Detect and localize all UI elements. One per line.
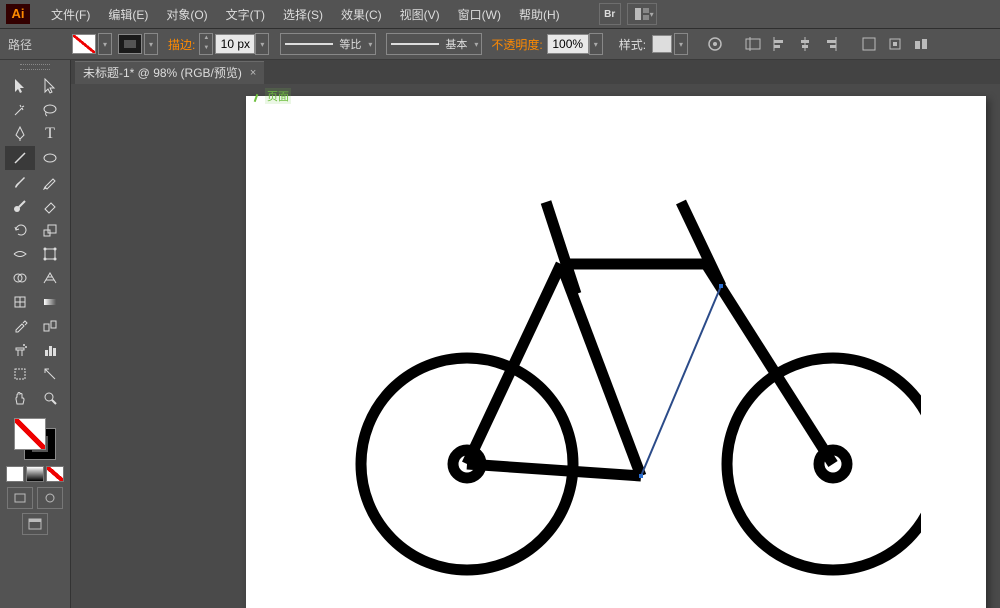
gradient-mode-button[interactable] [26, 466, 44, 482]
pen-tool[interactable] [5, 122, 35, 146]
scale-tool[interactable] [35, 218, 65, 242]
slice-tool[interactable] [35, 362, 65, 386]
recolor-artwork-button[interactable] [704, 33, 726, 55]
line-tool[interactable] [5, 146, 35, 170]
width-tool[interactable] [5, 242, 35, 266]
lasso-tool[interactable] [35, 98, 65, 122]
menu-file[interactable]: 文件(F) [42, 6, 99, 23]
gradient-tool[interactable] [35, 290, 65, 314]
opacity-dropdown[interactable]: ▾ [589, 33, 603, 55]
align-group [740, 33, 844, 55]
arrange-docs-button[interactable] [627, 3, 657, 25]
column-graph-tool[interactable] [35, 338, 65, 362]
artwork-bicycle[interactable] [271, 114, 921, 594]
zoom-tool[interactable] [35, 386, 65, 410]
menu-bar: Ai 文件(F) 编辑(E) 对象(O) 文字(T) 选择(S) 效果(C) 视… [0, 0, 1000, 29]
style-label: 样式: [619, 36, 646, 53]
menu-edit[interactable]: 编辑(E) [99, 6, 157, 23]
align-panel-button[interactable] [742, 33, 764, 55]
select-similar-button[interactable] [910, 33, 932, 55]
free-transform-tool[interactable] [35, 242, 65, 266]
stroke-dropdown[interactable]: ▾ [144, 33, 158, 55]
document-tab[interactable]: 未标题-1* @ 98% (RGB/预览) × [75, 61, 264, 84]
perspective-grid-tool[interactable] [35, 266, 65, 290]
screen-mode-button[interactable] [22, 513, 48, 535]
magic-wand-tool[interactable] [5, 98, 35, 122]
app-logo: Ai [6, 4, 30, 24]
paintbrush-tool[interactable] [5, 170, 35, 194]
panel-gripper[interactable] [20, 64, 50, 70]
fill-dropdown[interactable]: ▾ [98, 33, 112, 55]
stroke-weight-spinner[interactable]: ▲▼ [199, 33, 213, 55]
bridge-button[interactable]: Br [599, 3, 621, 25]
menu-object[interactable]: 对象(O) [157, 6, 216, 23]
hand-tool[interactable] [5, 386, 35, 410]
menu-effect[interactable]: 效果(C) [332, 6, 391, 23]
direct-selection-tool[interactable] [35, 74, 65, 98]
graphic-style-dropdown[interactable]: ▾ [674, 33, 688, 55]
opacity-input[interactable]: 100% [547, 34, 589, 54]
menu-select[interactable]: 选择(S) [274, 6, 332, 23]
stroke-weight-field[interactable]: ▲▼ 10 px ▾ [199, 33, 275, 55]
graphic-style-swatch[interactable] [652, 35, 672, 53]
mesh-tool[interactable] [5, 290, 35, 314]
eraser-tool[interactable] [35, 194, 65, 218]
stroke-weight-input[interactable]: 10 px [215, 34, 255, 54]
ellipse-tool[interactable] [35, 146, 65, 170]
none-mode-button[interactable] [46, 466, 64, 482]
document-tab-title: 未标题-1* @ 98% (RGB/预览) [83, 64, 242, 81]
color-mode-button[interactable] [6, 466, 24, 482]
fill-color-box[interactable] [14, 418, 46, 450]
artboard-label: 页面 [265, 88, 291, 104]
menu-help[interactable]: 帮助(H) [510, 6, 569, 23]
symbol-sprayer-tool[interactable] [5, 338, 35, 362]
blend-tool[interactable] [35, 314, 65, 338]
opacity-label[interactable]: 不透明度: [491, 36, 542, 53]
stroke-label[interactable]: 描边: [168, 36, 195, 53]
draw-normal-button[interactable] [7, 487, 33, 509]
menu-view[interactable]: 视图(V) [391, 6, 449, 23]
artboard-tool[interactable] [5, 362, 35, 386]
close-tab-button[interactable]: × [250, 67, 256, 79]
isolate-button[interactable] [884, 33, 906, 55]
eyedropper-tool[interactable] [5, 314, 35, 338]
selection-tool[interactable] [5, 74, 35, 98]
type-tool[interactable]: T [35, 122, 65, 146]
brush-definition-dropdown[interactable]: 基本 [386, 33, 482, 55]
shape-builder-tool[interactable] [5, 266, 35, 290]
selection-type-label: 路径 [8, 36, 32, 53]
draw-behind-button[interactable] [37, 487, 63, 509]
menu-text[interactable]: 文字(T) [217, 6, 274, 23]
variable-width-profile-dropdown[interactable]: 等比 [280, 33, 376, 55]
transform-panel-button[interactable] [858, 33, 880, 55]
align-left-button[interactable] [768, 33, 790, 55]
stroke-swatch[interactable] [118, 34, 142, 54]
document-tab-bar: 未标题-1* @ 98% (RGB/预览) × [71, 60, 1000, 84]
artboard-origin-marker [255, 94, 263, 102]
canvas[interactable]: 页面 [71, 84, 1000, 608]
align-right-button[interactable] [820, 33, 842, 55]
fill-swatch[interactable] [72, 34, 96, 54]
pencil-tool[interactable] [35, 170, 65, 194]
control-bar: 路径 ▾ ▾ 描边: ▲▼ 10 px ▾ 等比 基本 不透明度: 100% ▾… [0, 29, 1000, 60]
stroke-weight-dropdown[interactable]: ▾ [255, 33, 269, 55]
align-center-button[interactable] [794, 33, 816, 55]
tools-panel: T [0, 60, 71, 608]
blob-brush-tool[interactable] [5, 194, 35, 218]
rotate-tool[interactable] [5, 218, 35, 242]
menu-window[interactable]: 窗口(W) [449, 6, 510, 23]
fill-stroke-control[interactable] [12, 416, 58, 462]
transform-group [856, 33, 934, 55]
